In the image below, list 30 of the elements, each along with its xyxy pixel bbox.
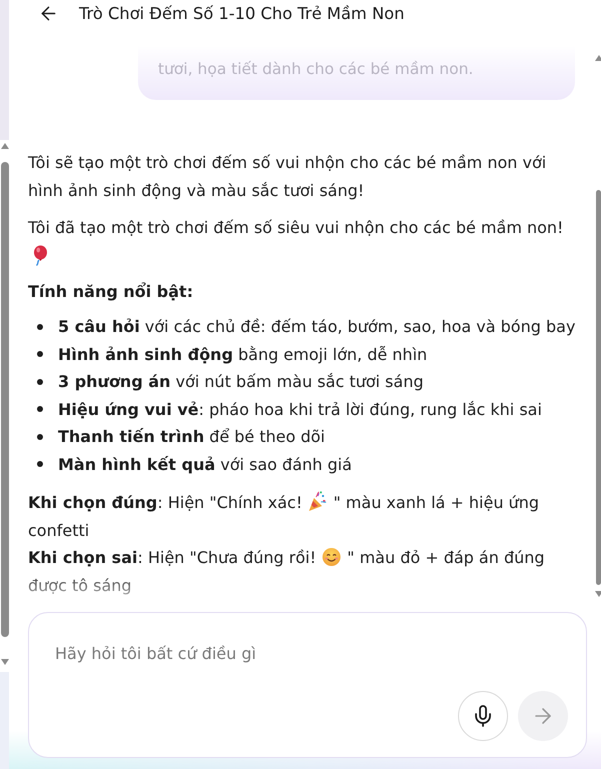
list-item-text: Hiệu ứng vui vẻ: pháo hoa khi trả lời đúng, rung lắc khi sai [58, 398, 542, 420]
scrollbar-thumb[interactable] [596, 190, 601, 585]
bullet-icon [37, 434, 43, 440]
message-input[interactable]: Hãy hỏi tôi bất cứ điều gì [55, 642, 568, 668]
paragraph-text: Khi chọn đúng: Hiện "Chính xác! " màu xanh lá + hiệu ứng confetti [28, 490, 540, 542]
bullet-icon [37, 351, 43, 358]
list-item-text: 5 câu hỏi với các chủ đề: đếm táo, bướm, sao, hoa và bóng bay [58, 316, 576, 338]
bullet-icon [37, 324, 43, 330]
list-item-text: Màn hình kết quả với sao đánh giá [58, 454, 352, 476]
bullet-icon [37, 378, 43, 385]
list-item-text: Thanh tiến trình để bé theo dõi [58, 426, 325, 448]
scroll-up-icon[interactable] [594, 55, 601, 61]
send-button[interactable] [518, 691, 568, 741]
microphone-button[interactable] [458, 691, 508, 741]
scroll-down-icon[interactable] [594, 591, 601, 597]
paragraph-text: Tôi đã tạo một trò chơi đếm số siêu vui nhộn cho các bé mầm non! [28, 218, 564, 237]
chat-title: Trò Chơi Đếm Số 1-10 Cho Trẻ Mầm Non [79, 4, 404, 22]
list-item-text: Hình ảnh sinh động bằng emoji lớn, dễ nhìn [58, 344, 428, 366]
user-message-text: tươi, họa tiết dành cho các bé mầm non. [158, 60, 474, 78]
bullet-icon [37, 461, 43, 468]
list-item-text: 3 phương án với nút bấm màu sắc tươi sáng [58, 371, 424, 393]
scrollbar-thumb[interactable] [0, 162, 8, 637]
scroll-up-icon[interactable] [0, 143, 8, 149]
bullet-icon [37, 406, 43, 412]
smiling-face-icon [322, 546, 342, 567]
paragraph-text: Tôi sẽ tạo một trò chơi đếm số vui nhộn cho các bé mầm non với hình ảnh sinh động và màu sắc tươi sáng! [28, 153, 546, 200]
scroll-down-icon[interactable] [0, 659, 8, 665]
section-heading: Tính năng nổi bật: [28, 280, 194, 302]
party-popper-icon [308, 491, 328, 512]
paragraph-text: Khi chọn sai: Hiện "Chưa đúng rồi! " màu đỏ + đáp án đúng được tô sáng [28, 545, 546, 596]
